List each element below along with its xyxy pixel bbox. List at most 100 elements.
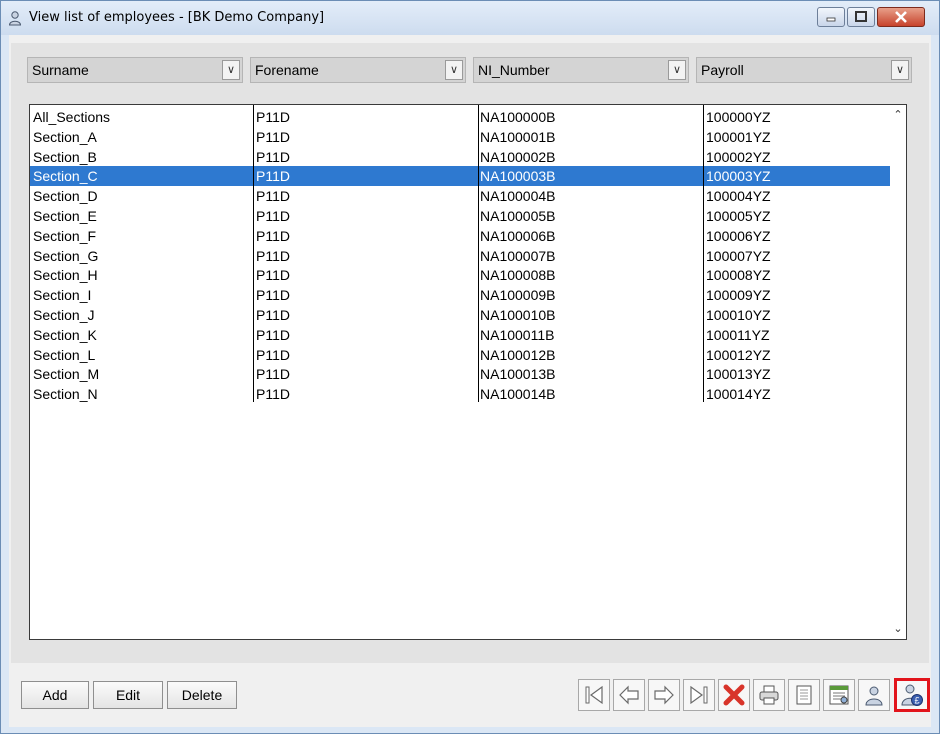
table-row[interactable]: Section_M P11D NA100013B 100013YZ (30, 364, 892, 384)
ni-number-cell: NA100009B (480, 287, 556, 304)
forename-column-combo[interactable]: Forename ∨ (250, 57, 466, 83)
forename-cell: P11D (256, 168, 290, 185)
maximize-icon (855, 11, 867, 22)
employee-list-window: View list of employees - [BK Demo Compan… (0, 0, 940, 734)
title-bar[interactable]: View list of employees - [BK Demo Compan… (1, 1, 939, 35)
delete-record-button[interactable] (718, 679, 750, 711)
ni-number-cell: NA100001B (480, 128, 556, 145)
edit-button[interactable]: Edit (93, 681, 163, 709)
minimize-button[interactable] (817, 7, 845, 27)
table-row[interactable]: Section_D P11D NA100004B 100004YZ (30, 186, 892, 206)
surname-cell: Section_E (33, 208, 97, 224)
table-row[interactable]: Section_K P11D NA100011B 100011YZ (30, 325, 892, 345)
navigation-toolbar: £ (576, 675, 931, 717)
forename-cell: P11D (256, 326, 290, 343)
last-record-icon (690, 685, 708, 705)
window-title: View list of employees - [BK Demo Compan… (29, 10, 325, 25)
print-icon (759, 685, 779, 705)
table-row[interactable]: Section_B P11D NA100002B 100002YZ (30, 147, 892, 167)
person-icon (8, 11, 22, 26)
ni-number-cell: NA100007B (480, 247, 556, 264)
payroll-cell: 100000YZ (706, 109, 771, 125)
ni-number-cell: NA100008B (480, 267, 556, 284)
forename-cell: P11D (256, 128, 290, 145)
surname-column-combo[interactable]: Surname ∨ (27, 57, 243, 83)
payroll-cell: 100004YZ (706, 188, 771, 205)
ni-number-cell: NA100005B (480, 208, 556, 224)
report-button[interactable] (823, 679, 855, 711)
column-divider[interactable] (253, 105, 254, 402)
table-row[interactable]: Section_A P11D NA100001B 100001YZ (30, 127, 892, 147)
ni-number-cell: NA100000B (480, 109, 556, 125)
payroll-cell: 100006YZ (706, 227, 771, 244)
surname-cell: Section_I (33, 287, 92, 304)
delete-button[interactable]: Delete (167, 681, 237, 709)
notes-button[interactable] (788, 679, 820, 711)
table-row[interactable]: Section_L P11D NA100012B 100012YZ (30, 345, 892, 365)
surname-cell: Section_N (33, 386, 98, 403)
chevron-down-icon[interactable]: ∨ (668, 60, 686, 80)
forename-cell: P11D (256, 386, 290, 403)
next-record-button[interactable] (648, 679, 680, 711)
vertical-scrollbar[interactable]: ⌃ ⌄ (890, 105, 906, 639)
delete-x-icon (723, 684, 745, 706)
payroll-column-combo[interactable]: Payroll ∨ (696, 57, 912, 83)
forename-cell: P11D (256, 109, 290, 125)
table-row-selected[interactable]: Section_C P11D NA100003B 100003YZ (30, 166, 892, 187)
ni-number-column-combo[interactable]: NI_Number ∨ (473, 57, 689, 83)
surname-cell: Section_D (33, 188, 98, 205)
employee-payroll-button[interactable]: £ (894, 678, 930, 712)
column-divider[interactable] (478, 105, 479, 402)
employee-button[interactable] (858, 679, 890, 711)
chevron-down-icon[interactable]: ∨ (445, 60, 463, 80)
forename-cell: P11D (256, 227, 290, 244)
surname-cell: Section_L (33, 346, 96, 363)
table-row[interactable]: Section_J P11D NA100010B 100010YZ (30, 305, 892, 325)
column-label-forename: Forename (255, 62, 319, 78)
maximize-button[interactable] (847, 7, 875, 27)
scroll-up-arrow-icon[interactable]: ⌃ (892, 109, 904, 121)
table-row[interactable]: Section_E P11D NA100005B 100005YZ (30, 206, 892, 226)
column-label-ni-number: NI_Number (478, 62, 550, 78)
notepad-icon (796, 685, 812, 705)
table-row[interactable]: Section_N P11D NA100014B 100014YZ (30, 384, 892, 404)
payroll-cell: 100009YZ (706, 287, 771, 304)
employee-payroll-icon: £ (901, 684, 923, 706)
last-record-button[interactable] (683, 679, 715, 711)
table-row[interactable]: Section_F P11D NA100006B 100006YZ (30, 226, 892, 246)
first-record-button[interactable] (578, 679, 610, 711)
client-area: Surname ∨ Forename ∨ NI_Number ∨ Payroll… (9, 35, 931, 727)
forename-cell: P11D (256, 247, 290, 264)
payroll-cell: 100014YZ (706, 386, 771, 403)
chevron-down-icon[interactable]: ∨ (891, 60, 909, 80)
add-button[interactable]: Add (21, 681, 89, 709)
forename-cell: P11D (256, 346, 290, 363)
previous-record-button[interactable] (613, 679, 645, 711)
table-row[interactable]: Section_I P11D NA100009B 100009YZ (30, 285, 892, 305)
table-row[interactable]: Section_G P11D NA100007B 100007YZ (30, 246, 892, 266)
ni-number-cell: NA100012B (480, 346, 556, 363)
ni-number-cell: NA100003B (480, 168, 556, 185)
minimize-icon (826, 17, 836, 22)
close-button[interactable] (877, 7, 925, 27)
table-row[interactable]: Section_H P11D NA100008B 100008YZ (30, 265, 892, 285)
employee-icon (865, 686, 883, 706)
payroll-cell: 100013YZ (706, 366, 771, 383)
ni-number-cell: NA100002B (480, 148, 556, 165)
surname-cell: Section_M (33, 366, 100, 383)
surname-cell: Section_A (33, 128, 97, 145)
scroll-down-arrow-icon[interactable]: ⌄ (892, 623, 904, 635)
employee-list[interactable]: All_Sections P11D NA100000B 100000YZ Sec… (29, 104, 907, 640)
surname-cell: Section_F (33, 227, 97, 244)
forename-cell: P11D (256, 287, 290, 304)
chevron-down-icon[interactable]: ∨ (222, 60, 240, 80)
report-icon (829, 685, 849, 705)
forename-cell: P11D (256, 208, 290, 224)
forename-cell: P11D (256, 307, 290, 323)
payroll-cell: 100010YZ (706, 307, 771, 323)
payroll-cell: 100003YZ (706, 168, 771, 185)
print-button[interactable] (753, 679, 785, 711)
column-divider[interactable] (703, 105, 704, 402)
ni-number-cell: NA100014B (480, 386, 556, 403)
table-row[interactable]: All_Sections P11D NA100000B 100000YZ (30, 107, 892, 127)
